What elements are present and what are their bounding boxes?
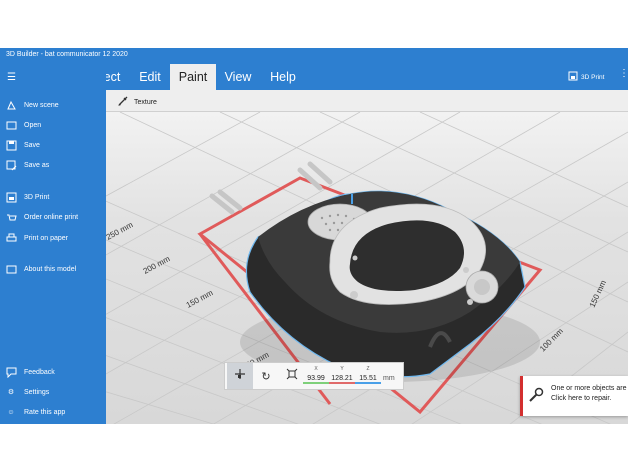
printer-icon	[5, 232, 17, 244]
menu-item-order-online-print[interactable]: Order online print	[5, 210, 103, 224]
menu-item-rate-app[interactable]: ☺ Rate this app	[5, 405, 103, 419]
axis-label-100-right: 100 mm	[538, 326, 565, 353]
feedback-icon	[5, 366, 17, 378]
menu-item-save-as[interactable]: Save as	[5, 158, 103, 172]
tab-paint[interactable]: Paint	[170, 64, 216, 90]
rotate-icon: ↻	[261, 370, 271, 383]
print-3d-icon	[568, 71, 578, 83]
menu-item-about-model[interactable]: About this model	[5, 262, 103, 276]
new-scene-icon	[5, 99, 17, 111]
notification-text: One or more objects are Click here to re…	[551, 384, 626, 404]
menu-item-label: Save	[24, 141, 40, 149]
print-3d-icon	[5, 191, 17, 203]
menu-item-label: Order online print	[24, 213, 79, 221]
file-menu-panel: ☰ New scene Open Save Save as 3D Print O…	[0, 64, 106, 424]
axis-label-150: 150 mm	[185, 288, 215, 310]
menu-item-label: 3D Print	[24, 193, 50, 201]
z-label: Z	[366, 366, 370, 372]
smiley-icon: ☺	[7, 408, 15, 416]
move-tool-button[interactable]	[227, 363, 253, 389]
scale-tool-button[interactable]	[279, 363, 305, 389]
menu-item-feedback[interactable]: Feedback	[5, 365, 103, 379]
menu-item-label: Settings	[24, 388, 50, 396]
menu-item-label: Rate this app	[24, 408, 66, 416]
open-icon	[5, 119, 17, 131]
print-3d-button[interactable]: 3D Print	[568, 70, 604, 84]
tab-view[interactable]: View	[218, 64, 258, 90]
brush-icon	[117, 95, 129, 109]
menu-item-print-on-paper[interactable]: Print on paper	[5, 231, 103, 245]
menu-item-label: Open	[24, 121, 42, 129]
menu-item-label: Save as	[24, 161, 50, 169]
tab-edit[interactable]: Edit	[133, 64, 167, 90]
unit-label: mm	[383, 375, 395, 382]
y-value[interactable]: 128.21	[329, 375, 355, 384]
y-label: Y	[340, 366, 344, 372]
notification-line-2[interactable]: Click here to repair.	[551, 394, 626, 404]
app-window: 3D Builder - bat communicator 12 2020 ec…	[0, 48, 628, 424]
z-value[interactable]: 15.51	[355, 375, 381, 384]
menu-item-label: Print on paper	[24, 234, 68, 242]
menu-item-save[interactable]: Save	[5, 138, 103, 152]
menu-item-3d-print[interactable]: 3D Print	[5, 190, 103, 204]
tab-help[interactable]: Help	[262, 64, 304, 90]
menu-item-new-scene[interactable]: New scene	[5, 98, 103, 112]
scale-icon	[286, 367, 298, 385]
window-title: 3D Builder - bat communicator 12 2020	[6, 51, 128, 58]
repair-notification[interactable]: One or more objects are Click here to re…	[520, 376, 628, 416]
title-bar: 3D Builder - bat communicator 12 2020	[0, 48, 628, 64]
save-as-icon	[5, 159, 17, 171]
axis-label-250: 250 mm	[105, 220, 135, 242]
info-icon	[5, 263, 17, 275]
rotate-tool-button[interactable]: ↻	[253, 363, 279, 389]
hamburger-icon[interactable]: ☰	[7, 72, 16, 83]
gear-icon: ⚙	[7, 389, 15, 396]
menu-item-label: Feedback	[24, 368, 55, 376]
menu-item-settings[interactable]: ⚙ Settings	[5, 385, 103, 399]
transform-toolbar: ↻ X 93.99 Y 128.21 Z 15.51 mm	[224, 362, 404, 390]
x-value[interactable]: 93.99	[303, 375, 329, 384]
notification-line-1: One or more objects are	[551, 385, 627, 392]
more-icon[interactable]: ⋮	[619, 68, 628, 79]
move-icon	[234, 367, 246, 385]
order-print-icon	[5, 211, 17, 223]
print-3d-label: 3D Print	[581, 73, 605, 81]
texture-label: Texture	[134, 98, 157, 106]
x-label: X	[314, 366, 318, 372]
save-icon	[5, 139, 17, 151]
texture-button[interactable]: Texture	[117, 95, 157, 109]
menu-item-label: New scene	[24, 101, 59, 109]
menu-item-open[interactable]: Open	[5, 118, 103, 132]
wrench-icon	[528, 387, 544, 408]
axis-label-150-right: 150 mm	[588, 279, 609, 309]
menu-item-label: About this model	[24, 265, 77, 273]
